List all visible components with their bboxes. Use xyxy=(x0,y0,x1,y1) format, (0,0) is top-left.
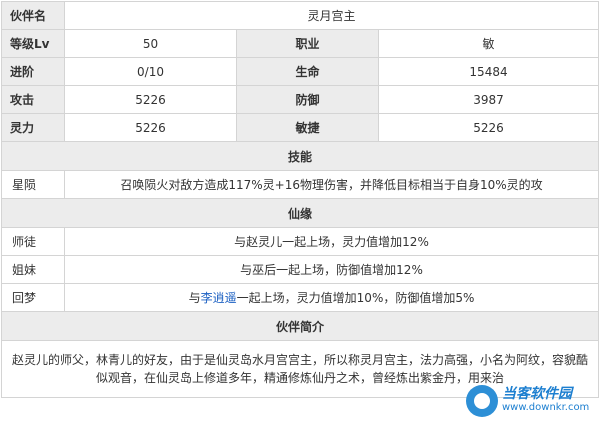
skill-name: 星陨 xyxy=(1,170,65,199)
spirit-label: 灵力 xyxy=(1,113,65,142)
fate-header: 仙缘 xyxy=(0,198,600,228)
site-watermark: 当客软件园 www.downkr.com xyxy=(466,383,596,419)
row-level: 等级Lv 50 职业 敏 xyxy=(1,29,600,58)
row-fate-header: 仙缘 xyxy=(0,198,600,228)
attack-label: 攻击 xyxy=(1,85,65,114)
row-advance: 进阶 0/10 生命 15484 xyxy=(1,57,600,86)
partner-info-table: 伙伴名 灵月宫主 等级Lv 50 职业 敏 进阶 0/10 生命 15484 攻… xyxy=(0,1,600,398)
watermark-title: 当客软件园 xyxy=(502,386,572,402)
row-skills-header: 技能 xyxy=(0,141,600,171)
watermark-url: www.downkr.com xyxy=(502,402,590,413)
hp-value: 15484 xyxy=(377,57,600,86)
advance-label: 进阶 xyxy=(1,57,65,86)
row-spirit: 灵力 5226 敏捷 5226 xyxy=(1,113,600,142)
fate-name: 姐妹 xyxy=(1,255,65,284)
class-label: 职业 xyxy=(236,29,379,58)
intro-header: 伙伴简介 xyxy=(0,311,600,341)
row-intro-header: 伙伴简介 xyxy=(0,311,600,341)
level-label: 等级Lv xyxy=(1,29,65,58)
name-value: 灵月宫主 xyxy=(63,1,600,30)
skills-header: 技能 xyxy=(0,141,600,171)
row-attack: 攻击 5226 防御 3987 xyxy=(1,85,600,114)
advance-value: 0/10 xyxy=(64,57,237,86)
fate-row: 师徒 与赵灵儿一起上场，灵力值增加12% xyxy=(1,227,600,256)
fate-desc: 与赵灵儿一起上场，灵力值增加12% xyxy=(63,227,600,256)
fate-desc: 与李逍遥一起上场，灵力值增加10%，防御值增加5% xyxy=(63,283,600,312)
name-label: 伙伴名 xyxy=(1,1,65,30)
fate-desc-suffix: 一起上场，灵力值增加10%，防御值增加5% xyxy=(236,291,475,305)
level-value: 50 xyxy=(64,29,237,58)
skill-desc: 召唤陨火对敌方造成117%灵+16物理伤害，并降低目标相当于自身10%灵的攻 xyxy=(63,170,600,199)
class-value: 敏 xyxy=(377,29,600,58)
defense-label: 防御 xyxy=(236,85,379,114)
agility-value: 5226 xyxy=(377,113,600,142)
fate-row: 回梦 与李逍遥一起上场，灵力值增加10%，防御值增加5% xyxy=(1,283,600,312)
fate-desc-text: 与巫后一起上场，防御值增加12% xyxy=(240,263,423,277)
partner-info-panel: 伙伴名 灵月宫主 等级Lv 50 职业 敏 进阶 0/10 生命 15484 攻… xyxy=(0,1,600,398)
agility-label: 敏捷 xyxy=(236,113,379,142)
fate-desc-text: 与赵灵儿一起上场，灵力值增加12% xyxy=(234,235,429,249)
fate-name: 回梦 xyxy=(1,283,65,312)
skill-row: 星陨 召唤陨火对敌方造成117%灵+16物理伤害，并降低目标相当于自身10%灵的… xyxy=(1,170,600,199)
watermark-text: 当客软件园 www.downkr.com xyxy=(502,387,589,415)
fate-desc-prefix: 与 xyxy=(188,291,201,305)
attack-value: 5226 xyxy=(64,85,237,114)
fate-name: 师徒 xyxy=(1,227,65,256)
site-logo-icon xyxy=(466,385,498,417)
partner-link-li-xiaoyao[interactable]: 李逍遥 xyxy=(201,291,237,305)
fate-row: 姐妹 与巫后一起上场，防御值增加12% xyxy=(1,255,600,284)
row-name: 伙伴名 灵月宫主 xyxy=(1,1,600,30)
hp-label: 生命 xyxy=(236,57,379,86)
defense-value: 3987 xyxy=(377,85,600,114)
spirit-value: 5226 xyxy=(64,113,237,142)
fate-desc: 与巫后一起上场，防御值增加12% xyxy=(63,255,600,284)
